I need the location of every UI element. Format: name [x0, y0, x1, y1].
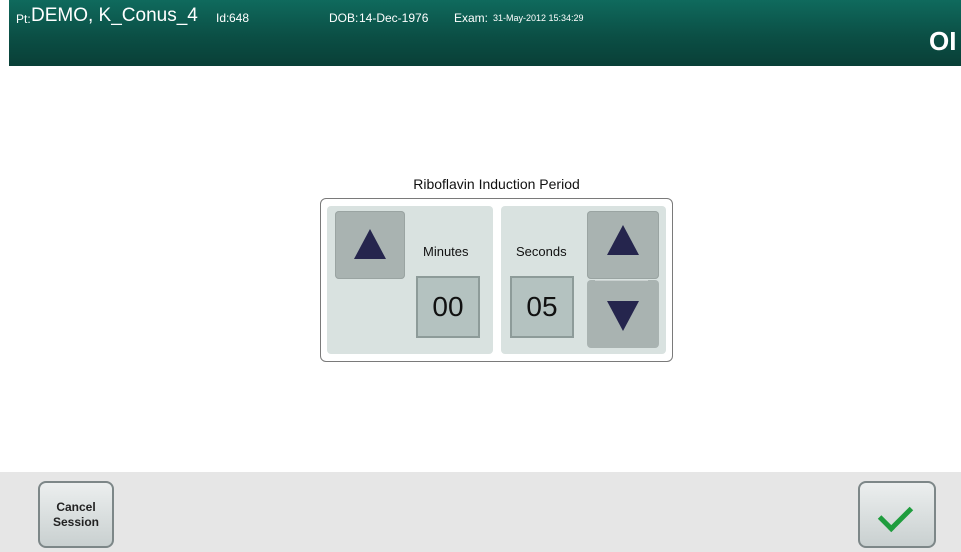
confirm-button[interactable]: [858, 481, 936, 548]
mode-indicator: OI: [929, 26, 957, 56]
checkmark-icon: [877, 496, 914, 533]
exam-prefix: Exam:: [454, 11, 489, 25]
seconds-value[interactable]: 05: [510, 276, 574, 338]
triangle-down-icon: [607, 301, 639, 331]
minutes-column: Minutes 00: [327, 206, 493, 354]
date-of-birth: 14-Dec-1976: [359, 11, 429, 25]
dob-prefix: DOB:: [329, 11, 359, 25]
seconds-label: Seconds: [516, 244, 567, 259]
footer-bar: Cancel Session: [0, 472, 961, 552]
minutes-value[interactable]: 00: [416, 276, 480, 338]
button-divider: [595, 280, 648, 281]
cancel-session-button[interactable]: Cancel Session: [38, 481, 114, 548]
seconds-column: Seconds 05: [501, 206, 666, 354]
patient-id: 648: [229, 11, 250, 25]
id-prefix: Id:: [216, 11, 230, 25]
exam-datetime: 31-May-2012 15:34:29: [493, 13, 584, 23]
triangle-up-icon: [607, 225, 639, 255]
patient-name: DEMO, K_Conus_4: [31, 5, 198, 26]
minutes-up-button[interactable]: [335, 211, 405, 279]
seconds-up-button[interactable]: [587, 211, 659, 279]
induction-period-title: Riboflavin Induction Period: [413, 176, 580, 192]
patient-prefix: Pt:: [16, 12, 31, 26]
patient-header: Pt: DEMO, K_Conus_4 Id: 648 DOB: 14-Dec-…: [9, 0, 961, 66]
minutes-label: Minutes: [423, 244, 469, 259]
triangle-up-icon: [354, 229, 386, 259]
seconds-down-button[interactable]: [587, 280, 659, 348]
induction-period-panel: Minutes 00 Seconds 05: [320, 198, 673, 362]
